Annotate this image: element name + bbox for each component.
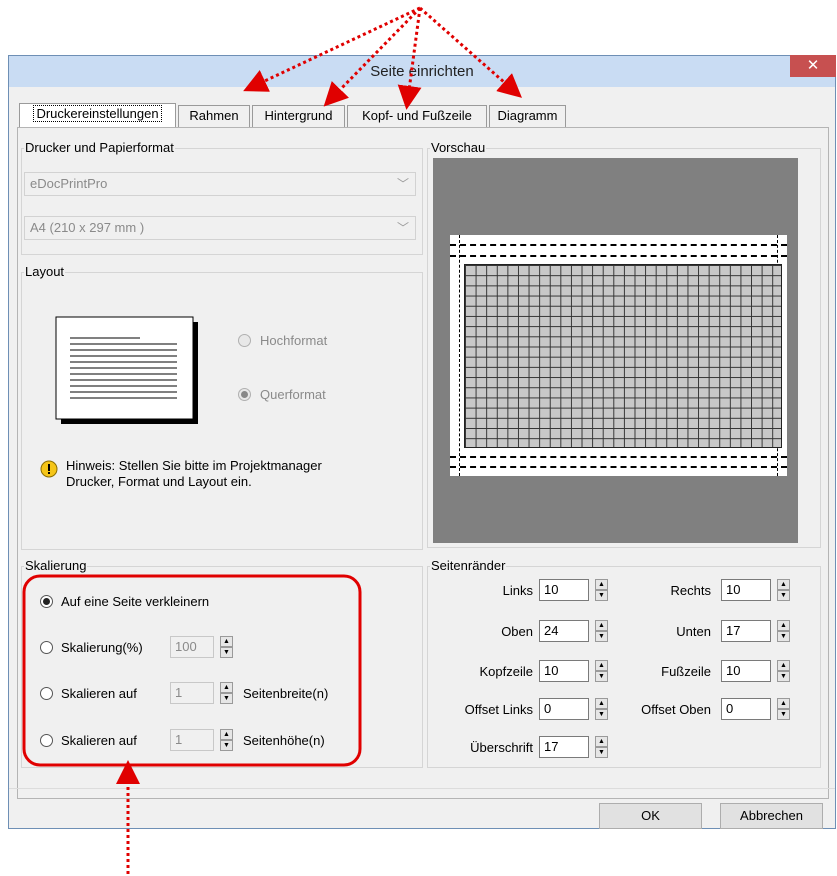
annotation-highlight [22,574,362,767]
annotation-overlay [22,6,523,874]
annotation-arrow [419,6,523,98]
annotation-arrow [243,6,421,92]
annotation-arrow [323,6,422,107]
annotation-arrow [397,7,422,110]
